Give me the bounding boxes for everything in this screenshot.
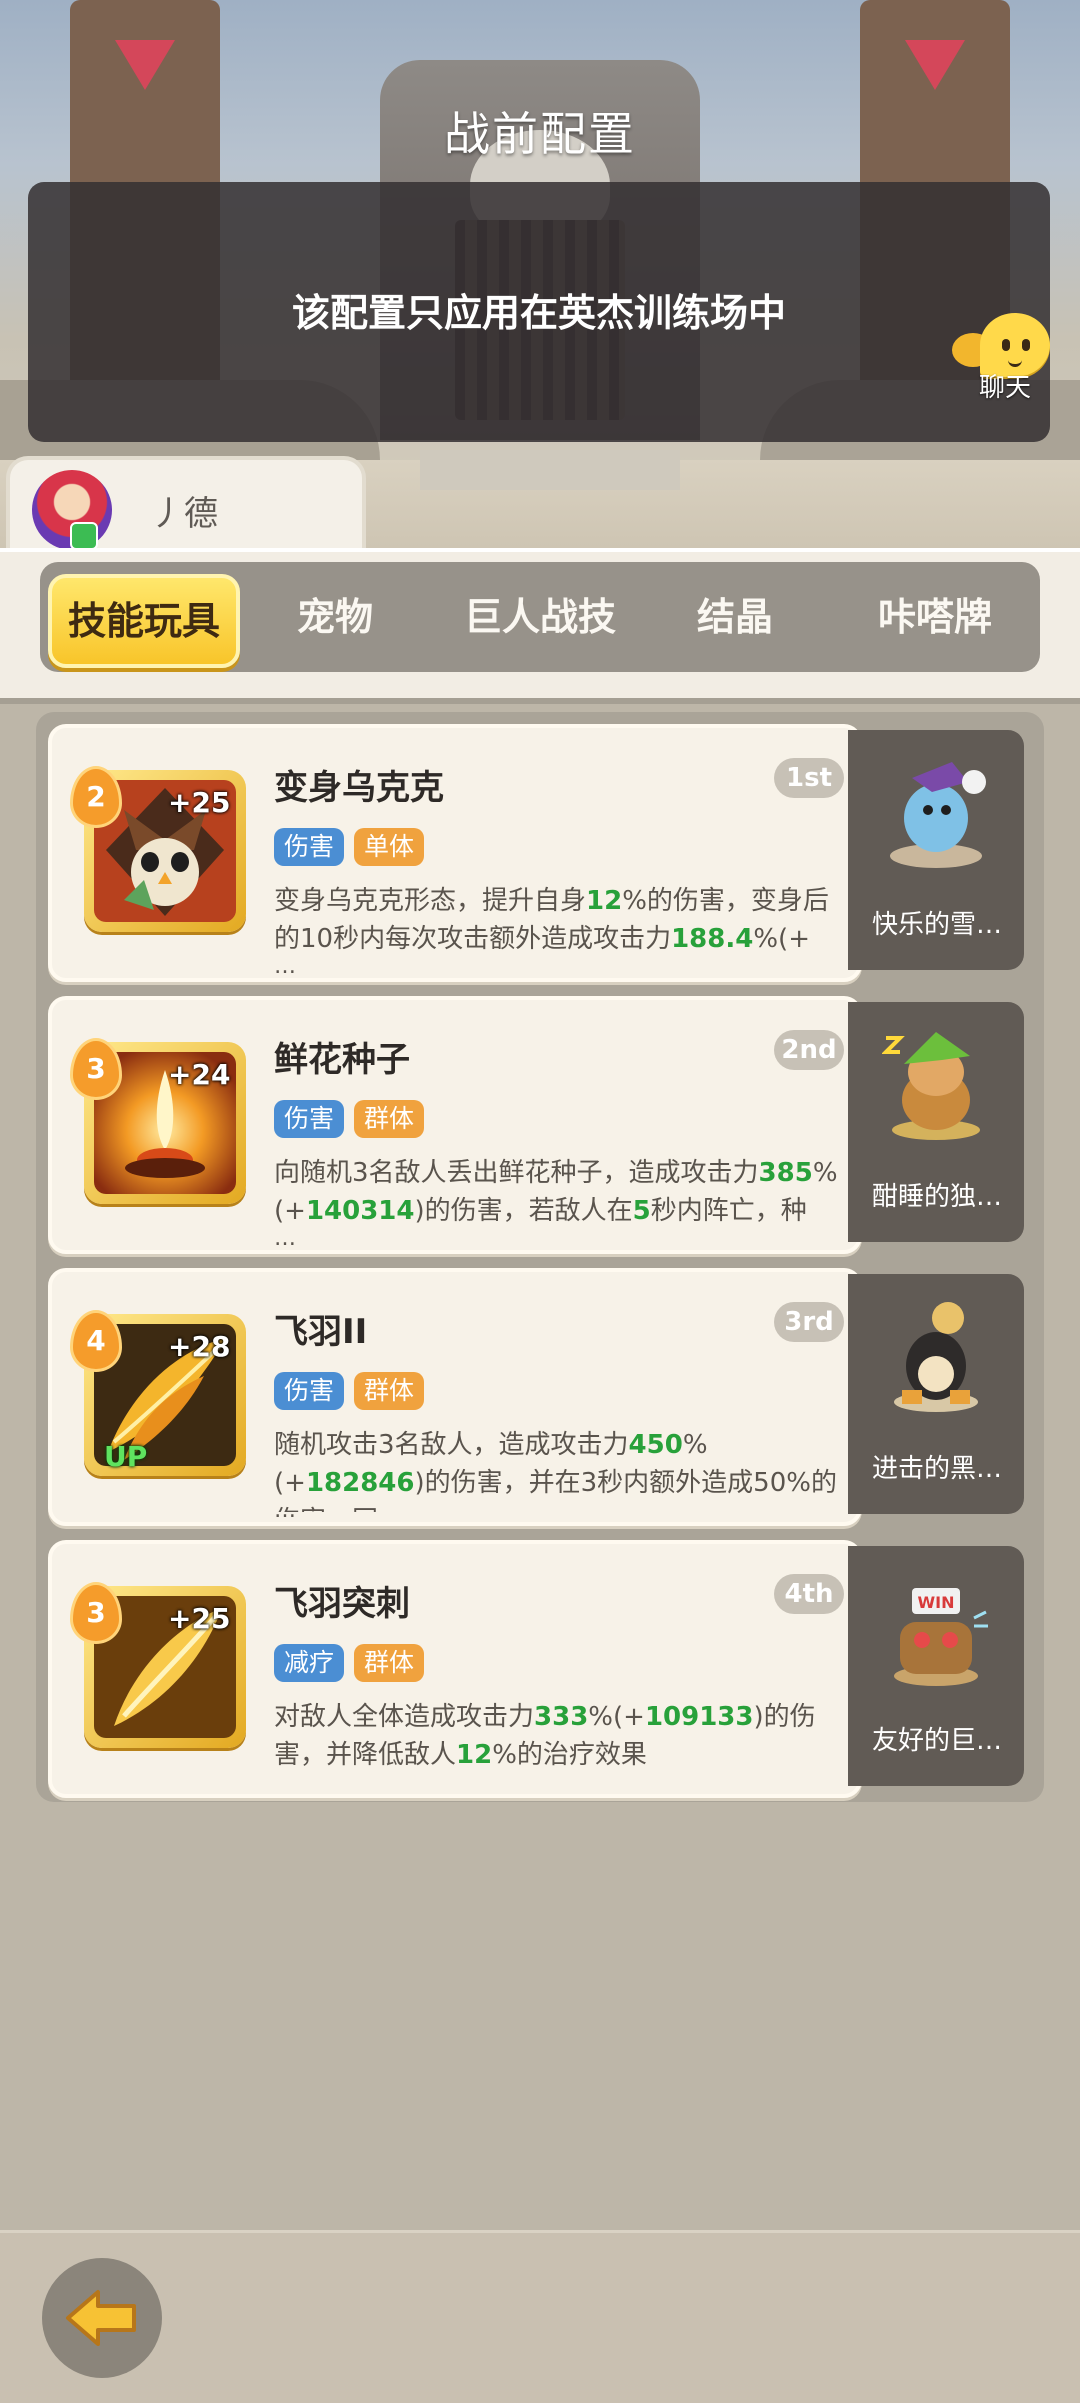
desc-value: 109133 [644,1702,754,1732]
desc-text: )的伤害，若敌人在 [414,1196,633,1226]
pet-slot[interactable]: 进击的黑… [848,1274,1024,1514]
svg-text:WIN: WIN [918,1593,955,1612]
desc-value: 333 [534,1702,589,1732]
player-name: 丿德 [150,494,218,534]
skill-name: 鲜花种子 [274,1040,410,1080]
tab-crystals[interactable]: 结晶 [650,562,820,672]
desc-text: %(+ [753,924,810,954]
skill-tag: 伤害 [274,1100,345,1138]
desc-value: 5 [632,1196,651,1226]
chat-button[interactable]: 聊天 [940,305,1070,415]
skill-tag: 群体 [354,1644,425,1682]
desc-text: 随机攻击3名敌人，造成攻击力 [274,1430,629,1460]
pet-slot[interactable]: 酣睡的独… [848,1002,1024,1242]
skill-tag: 伤害 [274,828,345,866]
skill-card[interactable]: 2 +25 变身乌克克 1st 伤害 单体 变身乌克克形态，提升自身12%的伤害… [48,724,1028,982]
skill-tag: 群体 [354,1100,425,1138]
skill-tag: 伤害 [274,1372,345,1410]
desc-text: 向随机3名敌人丢出鲜花种子，造成攻击力 [274,1158,759,1188]
skill-description: 随机攻击3名敌人，造成攻击力450%(+182846)的伤害，并在3秒内额外造成… [274,1426,844,1512]
bottom-bar [0,2230,1080,2403]
pet-name: 酣睡的独… [871,1182,1002,1212]
skill-rank-badge: 2nd [774,1030,844,1070]
desc-value: 450 [628,1430,683,1460]
description-ellipsis: … [274,1226,296,1251]
desc-text: 变身乌克克形态，提升自身 [274,886,587,916]
desc-text: 对敌人全体造成攻击力 [274,1702,535,1732]
skill-rank-badge: 4th [774,1574,844,1614]
skill-plus-level: +25 [168,1602,231,1635]
pet-name: 快乐的雪… [871,910,1002,940]
skill-name: 飞羽突刺 [274,1584,410,1624]
skill-tag: 群体 [354,1372,425,1410]
skill-description: 对敌人全体造成攻击力333%(+109133)的伤害，并降低敌人12%的治疗效果 [274,1698,844,1784]
desc-text: 秒内阵亡，种 [650,1196,807,1226]
skill-card[interactable]: 3 +24 鲜花种子 2nd 伤害 群体 向随机3名敌人丢出鲜花种子，造成攻击力… [48,996,1028,1254]
back-arrow-icon [66,2290,136,2346]
skill-description: 变身乌克克形态，提升自身12%的伤害，变身后的10秒内每次攻击额外造成攻击力18… [274,882,844,968]
skill-card[interactable]: 4 +28 UP 飞羽II 3rd 伤害 群体 随机攻击3名敌人，造成攻击力45… [48,1268,1028,1526]
desc-value: 182846 [305,1468,415,1498]
desc-text: %的治疗效果 [492,1740,647,1770]
pet-slot[interactable]: 快乐的雪… [848,730,1024,970]
tab-skill-toys[interactable]: 技能玩具 [48,574,240,668]
back-button[interactable] [42,2258,162,2378]
description-ellipsis: … [274,954,296,979]
page-title: 战前配置 [444,107,636,161]
desc-value: 385 [758,1158,813,1188]
tab-giant-skills[interactable]: 巨人战技 [430,562,650,672]
notice-text: 该配置只应用在英杰训练场中 [291,291,786,335]
desc-value: 188.4 [671,924,754,954]
skill-description: 向随机3名敌人丢出鲜花种子，造成攻击力385%(+140314)的伤害，若敌人在… [274,1154,844,1240]
description-ellipsis: … [274,1498,296,1523]
divider [0,698,1080,704]
desc-value: 140314 [305,1196,415,1226]
skill-tag: 减疗 [274,1644,345,1682]
sleeping-pet-icon [881,1024,990,1144]
skill-plus-level: +25 [168,786,231,819]
chat-label: 聊天 [978,373,1031,403]
scene-step [420,450,680,490]
black-pet-icon [882,1296,990,1416]
desc-text: %(+ [588,1702,645,1732]
pet-slot[interactable]: WIN 友好的巨… [848,1546,1024,1786]
pet-name: 友好的巨… [871,1726,1002,1756]
avatar-badge-icon [70,522,98,550]
skill-tag: 单体 [354,828,425,866]
pet-name: 进击的黑… [871,1454,1002,1484]
notice-panel: 该配置只应用在英杰训练场中 [28,182,1050,442]
skill-name: 飞羽II [274,1312,368,1352]
player-tab[interactable]: 丿德 [6,456,366,560]
giant-pet-icon: WIN [882,1568,990,1688]
tab-pets[interactable]: 宠物 [250,562,420,672]
skill-rank-badge: 3rd [774,1302,844,1342]
upgrade-badge: UP [104,1440,148,1473]
snow-pet-icon [882,752,990,872]
skill-plus-level: +24 [168,1058,231,1091]
skill-rank-badge: 1st [774,758,844,798]
skill-name: 变身乌克克 [274,768,444,808]
desc-value: 12 [586,886,623,916]
skill-card[interactable]: 3 +25 飞羽突刺 4th 减疗 群体 对敌人全体造成攻击力333%(+109… [48,1540,1028,1798]
desc-value: 12 [456,1740,493,1770]
skill-plus-level: +28 [168,1330,231,1363]
tab-cards[interactable]: 咔嗒牌 [840,562,1030,672]
category-tabs: 技能玩具 宠物 巨人战技 结晶 咔嗒牌 [40,562,1040,672]
